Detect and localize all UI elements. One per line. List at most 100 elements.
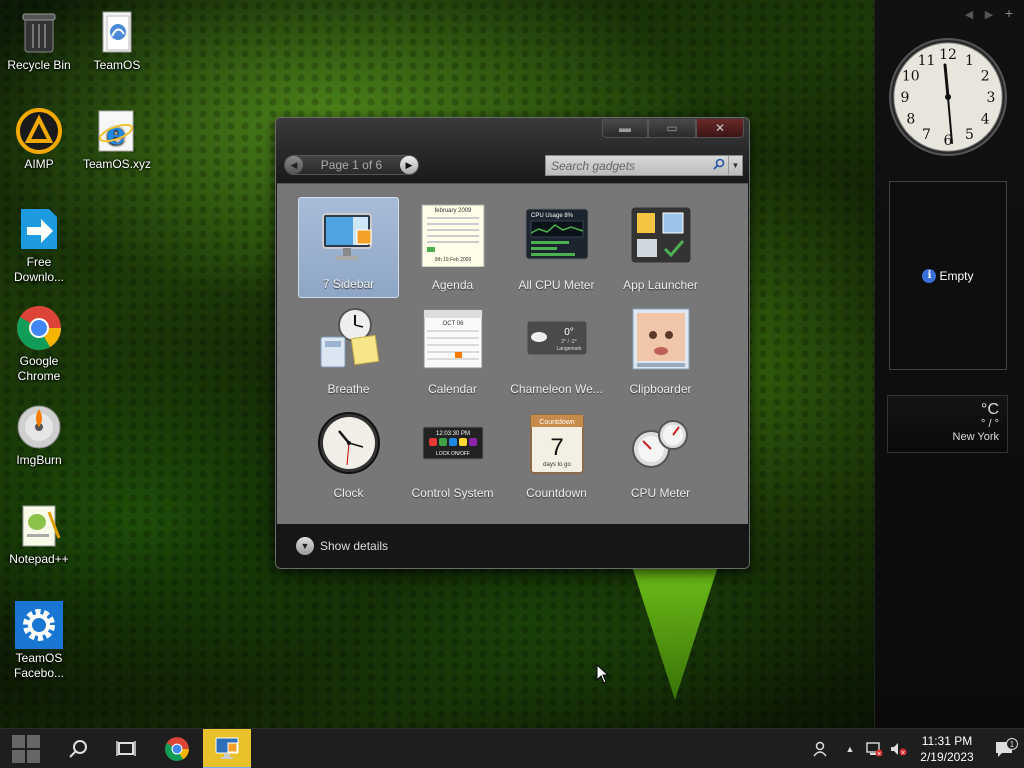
close-button[interactable]: ✕	[696, 119, 744, 138]
gadget-agenda[interactable]: february 2009 9th 19 Feb 2009 Agenda	[402, 197, 503, 298]
countdown-icon: Countdown 7 days to go	[525, 411, 589, 475]
taskbar-gadgets-button[interactable]	[203, 729, 251, 768]
gadget-control-system[interactable]: 12:03:30 PM LOCK ON/OFF Control System	[402, 405, 503, 506]
next-page-button[interactable]: ▶	[399, 156, 418, 174]
gadget-calendar[interactable]: OCT 06 Calendar	[402, 301, 503, 402]
gadget-breathe[interactable]: Breathe	[298, 301, 399, 402]
clipboarder-photo-icon	[629, 307, 693, 371]
maximize-button[interactable]: ▭	[648, 119, 696, 138]
start-button[interactable]	[2, 729, 50, 768]
gadget-7-sidebar[interactable]: 7 Sidebar	[298, 197, 399, 298]
gadget-label: Clock	[333, 486, 364, 500]
show-details-button[interactable]: Show details	[320, 539, 388, 553]
gadget-app-launcher[interactable]: App Launcher	[610, 197, 711, 298]
desktop-icon-free-download-manager[interactable]: Free Downlo...	[0, 205, 78, 285]
search-input[interactable]	[546, 156, 710, 175]
window-controls: ▬ ▭ ✕	[602, 119, 744, 138]
cpu-usage-icon: CPU Usage 8%	[525, 203, 589, 267]
imgburn-icon	[15, 403, 63, 451]
gadget-label: Control System	[411, 486, 494, 500]
desktop-icon-teamos-xyz[interactable]: e TeamOS.xyz	[78, 107, 156, 172]
empty-gadget-label: Empty	[939, 268, 974, 283]
minimize-button[interactable]: ▬	[602, 119, 648, 138]
notification-count-badge: 1	[1006, 738, 1018, 750]
desktop-icon-label: TeamOS.xyz	[82, 157, 151, 171]
desktop-icon-label: AIMP	[24, 157, 54, 171]
desktop-icon-label: Recycle Bin	[7, 58, 71, 72]
clock-numeral: 12	[939, 47, 957, 63]
agenda-calendar-icon: february 2009 9th 19 Feb 2009	[421, 203, 485, 268]
search-icon[interactable]	[710, 158, 728, 173]
clock-numeral: 4	[981, 112, 990, 128]
gadget-label: Breathe	[327, 382, 370, 396]
desktop-icon-label: Free Downlo...	[13, 255, 65, 284]
clock-numeral: 3	[987, 90, 996, 106]
search-dropdown-button[interactable]: ▼	[728, 156, 742, 175]
gadget-chameleon-weather[interactable]: 0° 2° / -2° Langemark Chameleon We...	[506, 301, 607, 402]
svg-text:LOCK ON/OFF: LOCK ON/OFF	[436, 451, 470, 457]
taskbar-clock[interactable]: 11:31 PM 2/19/2023	[910, 733, 984, 765]
gadget-label: Calendar	[428, 382, 477, 396]
chevron-down-icon[interactable]: ▼	[296, 537, 314, 555]
monitor-icon	[317, 204, 381, 268]
svg-text:×: ×	[876, 751, 881, 758]
free-download-manager-icon	[15, 205, 63, 253]
sidebar-nav: ◀ ▶ +	[964, 6, 1014, 21]
weather-city: New York	[952, 431, 999, 443]
svg-text:Langemark: Langemark	[556, 346, 582, 352]
app-launcher-icon	[629, 203, 693, 267]
taskbar-chrome-button[interactable]	[153, 729, 201, 768]
clock-numeral: 9	[901, 90, 910, 106]
action-center-button[interactable]: 1	[984, 738, 1024, 758]
sidebar-next-button[interactable]: ▶	[984, 8, 994, 21]
taskbar-search-button[interactable]	[54, 729, 102, 768]
sidebar-weather-gadget[interactable]: °C ° / ° New York	[887, 395, 1008, 453]
desktop-icon-recycle-bin[interactable]: Recycle Bin	[0, 8, 78, 73]
desktop-icon-label: ImgBurn	[16, 453, 62, 467]
clock-icon	[317, 411, 381, 475]
gadget-cpu-meter[interactable]: CPU Meter	[610, 405, 711, 506]
svg-text:CPU Usage 8%: CPU Usage 8%	[531, 213, 574, 219]
mouse-cursor-icon	[596, 663, 610, 687]
system-tray: ▲ × × 11:31 PM 2/19/2023 1	[804, 729, 1024, 768]
people-icon[interactable]	[804, 740, 838, 758]
recycle-bin-icon	[15, 8, 63, 56]
weather-icon: 0° 2° / -2° Langemark	[525, 307, 589, 371]
desktop-icon-aimp[interactable]: AIMP	[0, 107, 78, 172]
sidebar-add-gadget-button[interactable]: +	[1004, 6, 1014, 21]
gadget-gallery-window: ▬ ▭ ✕ ◀ Page 1 of 6 ▶ ▼	[275, 117, 750, 569]
desktop-icon-label: TeamOS Facebo...	[13, 651, 65, 680]
page-navigator: ◀ Page 1 of 6 ▶	[284, 155, 419, 175]
previous-page-button[interactable]: ◀	[285, 156, 303, 174]
desktop-icon-notepad-plus-plus[interactable]: Notepad++	[0, 502, 78, 567]
task-view-button[interactable]	[102, 729, 150, 768]
desktop-icon-teamos-facebook[interactable]: TeamOS Facebo...	[0, 601, 78, 681]
clock-numeral: 11	[918, 53, 936, 69]
desktop-icon-imgburn[interactable]: ImgBurn	[0, 403, 78, 468]
tray-overflow-button[interactable]: ▲	[838, 744, 862, 754]
chrome-icon	[15, 304, 63, 352]
taskbar-time: 11:31 PM	[921, 734, 973, 748]
desktop-icon-teamos[interactable]: TeamOS	[78, 8, 156, 73]
cpu-meter-gauge-icon	[629, 411, 693, 475]
desktop-icon-google-chrome[interactable]: Google Chrome	[0, 304, 78, 384]
svg-text:×: ×	[900, 750, 905, 757]
svg-text:e: e	[106, 117, 125, 152]
gadget-all-cpu-meter[interactable]: CPU Usage 8% All CPU Meter	[506, 197, 607, 298]
gadget-clipboarder[interactable]: Clipboarder	[610, 301, 711, 402]
wallpaper-accent	[630, 560, 720, 700]
sidebar-empty-gadget[interactable]: i Empty	[889, 181, 1007, 370]
search-box: ▼	[545, 155, 743, 176]
taskbar-date: 2/19/2023	[920, 750, 974, 764]
windows-logo-icon	[12, 735, 40, 763]
teamos-facebook-gear-icon	[15, 601, 63, 649]
network-disconnected-icon[interactable]: ×	[862, 741, 886, 757]
volume-muted-icon[interactable]: ×	[886, 741, 910, 757]
sidebar-clock-gadget[interactable]: 12 1 2 3 4 5 6 7 8 9 10 11	[888, 35, 1008, 159]
sidebar-prev-button[interactable]: ◀	[964, 8, 974, 21]
clock-numeral: 8	[906, 112, 915, 128]
gadget-clock[interactable]: Clock	[298, 405, 399, 506]
gadget-countdown[interactable]: Countdown 7 days to go Countdown	[506, 405, 607, 506]
svg-text:OCT 06: OCT 06	[442, 321, 464, 327]
calendar-icon: OCT 06	[421, 307, 485, 371]
